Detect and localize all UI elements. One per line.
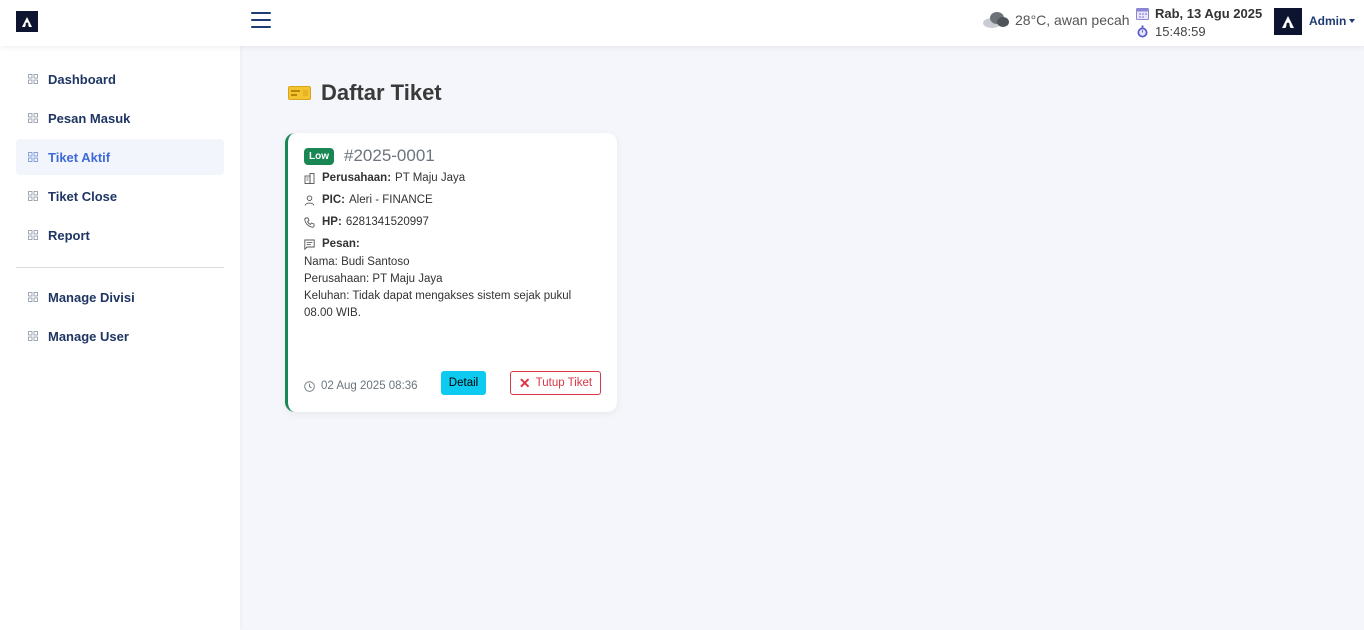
top-navbar: 28°C, awan pecah Rab, 13 Agu 2025 15:48:… [0, 0, 1364, 46]
ticket-icon [288, 86, 311, 100]
weather-widget: 28°C, awan pecah [982, 11, 1130, 29]
sidebar-item-report[interactable]: Report [16, 217, 224, 253]
sidebar-item-label: Manage User [48, 328, 129, 344]
sidebar-item-manage-divisi[interactable]: Manage Divisi [16, 279, 224, 315]
pic-label: PIC: [322, 194, 345, 206]
sidebar-item-label: Tiket Close [48, 188, 118, 204]
grid-icon [28, 74, 38, 84]
grid-icon [28, 191, 38, 201]
message-label: Pesan: [322, 238, 360, 250]
hamburger-line [251, 19, 271, 21]
hamburger-line [251, 26, 271, 28]
message-line: Perusahaan: PT Maju Jaya [304, 273, 443, 285]
hamburger-line [251, 12, 271, 14]
ticket-phone: HP: 6281341520997 [304, 216, 429, 228]
sidebar: Dashboard Pesan Masuk Tiket Aktif Tiket … [0, 46, 240, 630]
message-line: Nama: Budi Santoso [304, 256, 410, 268]
avatar-logo-icon [1282, 15, 1294, 28]
logo-icon [22, 16, 32, 27]
grid-icon [28, 113, 38, 123]
sidebar-item-label: Manage Divisi [48, 289, 135, 305]
phone-label: HP: [322, 216, 342, 228]
ticket-header: Low #2025-0001 [304, 146, 435, 166]
cloud-icon [983, 12, 1009, 28]
sidebar-divider [16, 267, 224, 268]
ticket-company: Perusahaan: PT Maju Jaya [304, 172, 465, 184]
building-icon [304, 172, 315, 184]
chat-icon [304, 239, 315, 250]
sidebar-item-label: Tiket Aktif [48, 149, 111, 165]
sidebar-item-pesan-masuk[interactable]: Pesan Masuk [16, 100, 224, 136]
app-logo[interactable] [16, 11, 38, 32]
company-label: Perusahaan: [322, 172, 392, 184]
ticket-card: Low #2025-0001 Perusahaan: PT Maju Jaya … [285, 133, 617, 412]
user-dropdown[interactable]: Admin [1309, 14, 1356, 28]
datetime-widget: Rab, 13 Agu 2025 15:48:59 [1136, 5, 1262, 40]
current-time: 15:48:59 [1155, 24, 1206, 39]
priority-badge: Low [304, 147, 334, 165]
caret-down-icon [1349, 19, 1356, 23]
user-name: Admin [1309, 14, 1347, 28]
sidebar-item-label: Dashboard [48, 71, 116, 87]
ticket-message-heading: Pesan: [304, 238, 364, 250]
close-icon: ✕ [518, 375, 531, 391]
stopwatch-icon [1137, 25, 1148, 38]
detail-button[interactable]: Detail [441, 371, 486, 395]
grid-icon [28, 152, 38, 162]
close-ticket-label: Tutup Tiket [535, 377, 593, 389]
close-ticket-button[interactable]: ✕ Tutup Tiket [510, 371, 601, 395]
grid-icon [28, 292, 38, 302]
timestamp-value: 02 Aug 2025 08:36 [321, 380, 418, 392]
weather-text: 28°C, awan pecah [1015, 12, 1130, 28]
ticket-message: Nama: Budi Santoso Perusahaan: PT Maju J… [304, 254, 594, 322]
sidebar-item-manage-user[interactable]: Manage User [16, 318, 224, 354]
grid-icon [28, 331, 38, 341]
company-value: PT Maju Jaya [395, 172, 466, 184]
current-date: Rab, 13 Agu 2025 [1155, 6, 1263, 21]
pic-value: Aleri - FINANCE [349, 194, 433, 206]
page-title-text: Daftar Tiket [321, 80, 442, 105]
sidebar-item-dashboard[interactable]: Dashboard [16, 61, 224, 97]
page-title: Daftar Tiket [288, 80, 442, 106]
calendar-icon [1136, 8, 1149, 20]
avatar[interactable] [1274, 8, 1302, 35]
ticket-number: #2025-0001 [344, 146, 435, 165]
ticket-timestamp: 02 Aug 2025 08:36 [304, 380, 418, 392]
sidebar-item-label: Report [48, 227, 90, 243]
grid-icon [28, 230, 38, 240]
sidebar-item-tiket-close[interactable]: Tiket Close [16, 178, 224, 214]
message-line: Keluhan: Tidak dapat mengakses sistem se… [304, 290, 572, 319]
sidebar-item-tiket-aktif[interactable]: Tiket Aktif [16, 139, 224, 175]
clock-icon [304, 380, 315, 392]
phone-value: 6281341520997 [345, 216, 429, 228]
ticket-pic: PIC: Aleri - FINANCE [304, 194, 433, 206]
menu-toggle-button[interactable] [251, 12, 271, 30]
phone-icon [304, 217, 315, 228]
sidebar-item-label: Pesan Masuk [48, 110, 131, 126]
person-icon [304, 194, 315, 206]
